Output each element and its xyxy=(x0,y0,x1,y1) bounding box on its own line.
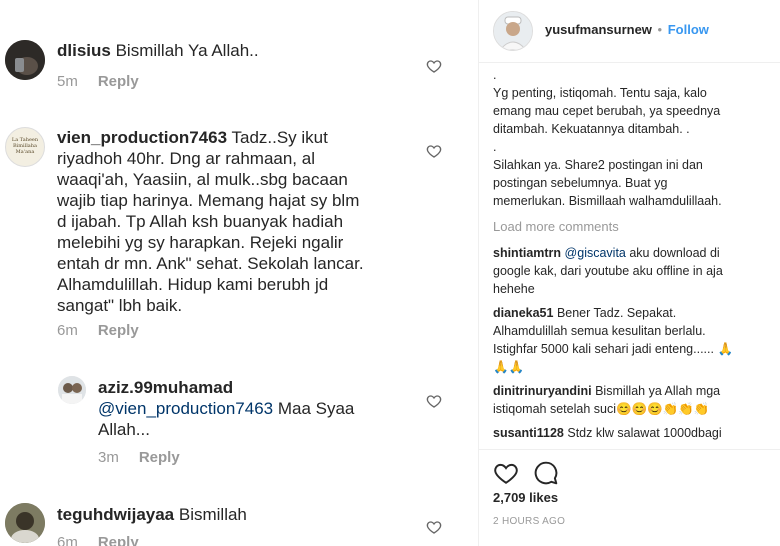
comment-text: Stdz klw salawat 1000dbagi xyxy=(563,426,722,440)
avatar[interactable] xyxy=(58,376,86,404)
avatar[interactable] xyxy=(5,40,45,80)
comments-panel: dlisius Bismillah Ya Allah.. 5m Reply La … xyxy=(0,0,478,546)
heart-icon[interactable] xyxy=(426,393,442,409)
reply-button[interactable]: Reply xyxy=(98,534,139,546)
post-caption: . Yg penting, istiqomah. Tentu saja, kal… xyxy=(493,66,773,210)
follow-button[interactable]: Follow xyxy=(668,22,709,37)
comment-text: aku download di xyxy=(625,246,720,260)
comment-text-line: Istighfar 5000 kali sehari jadi enteng..… xyxy=(493,342,734,356)
comment-meta: 6m Reply xyxy=(57,534,139,546)
post-author-avatar[interactable] xyxy=(493,11,533,51)
comment-username[interactable]: dlisius xyxy=(57,41,111,60)
comment-username[interactable]: dinitrinuryandini xyxy=(493,384,592,398)
comment-username[interactable]: susanti1128 xyxy=(493,426,564,440)
post-author-line: yusufmansurnew • Follow xyxy=(545,22,709,37)
comment-text: Bener Tadz. Sepakat. xyxy=(553,306,677,320)
comment-body: vien_production7463 Tadz..Sy ikut riyadh… xyxy=(57,127,417,316)
comment-bubble-icon[interactable] xyxy=(533,460,559,486)
caption-line: Yg penting, istiqomah. Tentu saja, kalo xyxy=(493,86,707,100)
comment-username[interactable]: dianeka51 xyxy=(493,306,553,320)
separator-dot: • xyxy=(657,22,663,37)
avatar[interactable] xyxy=(5,503,45,543)
comment-body: teguhdwijayaa Bismillah xyxy=(57,504,417,525)
comment-text: Bismillah xyxy=(178,505,247,524)
comment-text-line: 🙏🙏 xyxy=(493,360,525,374)
heart-icon[interactable] xyxy=(426,58,442,74)
post-author-username[interactable]: yusufmansurnew xyxy=(545,22,652,37)
comment-meta: 5m Reply xyxy=(57,73,139,90)
comment-time: 3m xyxy=(98,449,119,466)
comment-username[interactable]: teguhdwijayaa xyxy=(57,505,174,524)
post-comment: susanti1128 Stdz klw salawat 1000dbagi xyxy=(493,424,769,446)
comment-text-line: google kak, dari youtube aku offline in … xyxy=(493,264,723,278)
caption-line: . xyxy=(493,140,497,154)
comment-text-line: sangat" lbh baik. xyxy=(57,296,183,315)
comment-text-line: istiqomah setelah suci😊😊😊👏👏👏 xyxy=(493,402,710,416)
comment-mention[interactable]: @giscavita xyxy=(565,246,626,260)
comment-text-line: Alhamdulillah. Hidup kami berubh jd xyxy=(57,275,329,294)
likes-count[interactable]: 2,709 likes xyxy=(493,490,558,505)
caption-line: Silahkan ya. Share2 postingan ini dan xyxy=(493,158,703,172)
comment-body: dlisius Bismillah Ya Allah.. xyxy=(57,40,417,61)
comment-text: Tadz..Sy ikut xyxy=(231,128,328,147)
comment-text-line: melebihi yg sy harapkan. Rejeki ngalir xyxy=(57,233,344,252)
comment-body: aziz.99muhamad @vien_production7463 Maa … xyxy=(98,377,418,440)
comment-username[interactable]: vien_production7463 xyxy=(57,128,227,147)
heart-icon[interactable] xyxy=(426,519,442,535)
post-header: yusufmansurnew • Follow xyxy=(479,0,780,63)
caption-line: postingan sebelumnya. Buat yg xyxy=(493,176,668,190)
comment-meta: 6m Reply xyxy=(57,322,139,339)
comment-text: Bismillah ya Allah mga xyxy=(591,384,721,398)
caption-line: ditambah. Kekuatannya ditambah. . xyxy=(493,122,690,136)
comment-mention[interactable]: @vien_production7463 xyxy=(98,399,273,418)
avatar-text: La Taheen Bimillaha Ma'ana xyxy=(11,137,39,155)
reply-button[interactable]: Reply xyxy=(139,449,180,466)
reply-button[interactable]: Reply xyxy=(98,73,139,90)
comment-text-line: d ijabah. Tp Allah ksh buanyak hadiah xyxy=(57,212,344,231)
post-comment: dianeka51 Bener Tadz. Sepakat. Alhamduli… xyxy=(493,304,769,376)
post-comment: dinitrinuryandini Bismillah ya Allah mga… xyxy=(493,382,769,418)
heart-icon[interactable] xyxy=(426,143,442,159)
comment-text-line: hehehe xyxy=(493,282,535,296)
caption-line: memerlukan. Bismillaah walhamdulillaah. xyxy=(493,194,722,208)
comment-username[interactable]: aziz.99muhamad xyxy=(98,378,233,397)
reply-button[interactable]: Reply xyxy=(98,322,139,339)
comment-text-line: entah dr mn. Ank" sehat. Sekolah lancar. xyxy=(57,254,364,273)
comment-text-line: Alhamdulillah semua kesulitan berlalu. xyxy=(493,324,706,338)
comment-text-line: wajib tiap harinya. Memang hajat sy blm xyxy=(57,191,360,210)
caption-line: . xyxy=(493,68,497,82)
comment-text: Bismillah Ya Allah.. xyxy=(115,41,259,60)
comment-meta: 3m Reply xyxy=(98,449,180,466)
post-comment: shintiamtrn @giscavita aku download di g… xyxy=(493,244,769,298)
post-sidebar: yusufmansurnew • Follow . Yg penting, is… xyxy=(478,0,780,546)
comment-text-line: waaqi'ah, Yaasiin, al mulk..sbg bacaan xyxy=(57,170,348,189)
comment-time: 6m xyxy=(57,322,78,339)
comment-time: 6m xyxy=(57,534,78,546)
comment-text-line: Allah... xyxy=(98,420,150,439)
caption-line: emang mau cepet berubah, ya speednya xyxy=(493,104,721,118)
like-heart-icon[interactable] xyxy=(493,460,519,486)
header-divider xyxy=(479,62,780,63)
comment-text: Maa Syaa xyxy=(273,399,355,418)
comment-text-line: riyadhoh 40hr. Dng ar rahmaan, al xyxy=(57,149,315,168)
post-timestamp: 2 HOURS AGO xyxy=(493,516,566,527)
avatar[interactable]: La Taheen Bimillaha Ma'ana xyxy=(5,127,45,167)
load-more-comments-link[interactable]: Load more comments xyxy=(493,219,619,234)
comment-time: 5m xyxy=(57,73,78,90)
comment-username[interactable]: shintiamtrn xyxy=(493,246,561,260)
